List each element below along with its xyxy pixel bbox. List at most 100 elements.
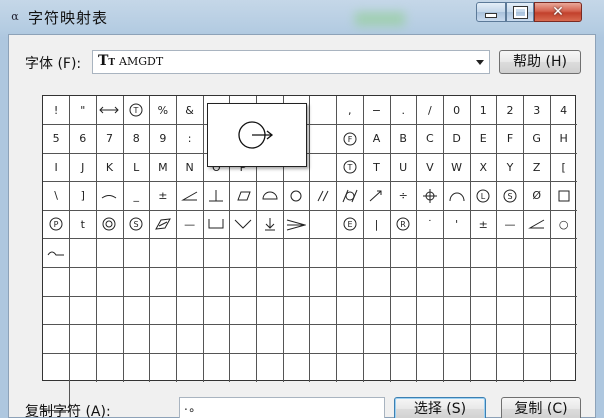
char-cell[interactable]: _ — [123, 181, 151, 211]
char-cell[interactable] — [550, 182, 577, 211]
char-cell[interactable]: 7 — [96, 124, 124, 154]
close-button[interactable]: ✕ — [534, 2, 582, 22]
char-cell[interactable] — [96, 267, 124, 297]
char-cell[interactable]: ] — [69, 181, 97, 211]
char-cell[interactable] — [390, 296, 418, 326]
char-cell[interactable]: — — [496, 210, 525, 240]
char-cell[interactable] — [123, 353, 151, 383]
char-cell[interactable] — [336, 239, 364, 269]
char-cell[interactable] — [550, 268, 577, 297]
char-cell[interactable] — [123, 239, 151, 269]
char-cell[interactable]: 5 — [43, 124, 71, 154]
char-cell[interactable]: ˙ — [416, 210, 444, 240]
char-cell[interactable] — [177, 353, 204, 383]
char-cell[interactable] — [149, 239, 177, 269]
char-cell[interactable] — [283, 353, 311, 383]
copy-button[interactable]: 复制 (C) — [501, 397, 581, 418]
char-cell[interactable]: % — [149, 96, 177, 126]
char-cell[interactable] — [176, 267, 204, 297]
char-cell[interactable] — [96, 239, 124, 269]
char-cell[interactable] — [283, 296, 311, 326]
char-cell[interactable] — [496, 239, 525, 269]
select-button[interactable]: 选择 (S) — [394, 397, 486, 418]
char-cell[interactable] — [96, 181, 124, 211]
char-cell[interactable] — [149, 324, 177, 354]
char-cell[interactable]: R — [390, 210, 418, 240]
char-cell[interactable]: V — [416, 153, 444, 183]
char-cell[interactable] — [203, 181, 231, 211]
char-cell[interactable] — [443, 296, 471, 326]
char-cell[interactable]: Ø — [523, 181, 551, 211]
char-cell[interactable] — [96, 353, 124, 383]
char-cell[interactable] — [363, 324, 391, 354]
char-cell[interactable] — [310, 324, 338, 354]
char-cell[interactable]: U — [390, 153, 418, 183]
char-cell[interactable] — [283, 324, 311, 354]
char-cell[interactable] — [336, 267, 364, 297]
char-cell[interactable] — [123, 296, 151, 326]
char-cell[interactable] — [230, 353, 258, 383]
char-cell[interactable] — [256, 210, 284, 240]
char-cell[interactable]: T — [123, 96, 151, 126]
char-cell[interactable]: M — [149, 153, 177, 183]
char-cell[interactable] — [336, 181, 364, 211]
copy-characters-input[interactable]: ‧∘ — [179, 397, 385, 418]
char-cell[interactable] — [96, 324, 124, 354]
maximize-button[interactable] — [506, 2, 534, 22]
char-cell[interactable] — [336, 324, 364, 354]
char-cell[interactable] — [43, 324, 71, 354]
char-cell[interactable]: W — [443, 153, 471, 183]
title-bar[interactable]: α 字符映射表 ✕ — [0, 0, 604, 36]
char-cell[interactable]: C — [416, 124, 444, 154]
char-cell[interactable]: S — [123, 210, 151, 240]
char-cell[interactable]: \ — [43, 181, 71, 211]
char-cell[interactable]: ○ — [550, 210, 577, 240]
char-cell[interactable]: | — [363, 210, 391, 240]
char-cell[interactable] — [310, 353, 338, 383]
char-cell[interactable]: . — [390, 96, 418, 126]
char-cell[interactable] — [496, 324, 525, 354]
char-cell[interactable]: — — [176, 210, 204, 240]
char-cell[interactable] — [443, 267, 471, 297]
char-cell[interactable] — [363, 181, 391, 211]
char-cell[interactable]: Z — [523, 153, 551, 183]
char-cell[interactable]: Y — [496, 153, 525, 183]
char-cell[interactable]: t — [69, 210, 97, 240]
char-cell[interactable] — [363, 296, 391, 326]
char-cell[interactable] — [363, 267, 391, 297]
char-cell[interactable]: T — [336, 153, 364, 183]
char-cell[interactable] — [229, 324, 258, 354]
char-cell[interactable] — [550, 296, 577, 326]
char-cell[interactable]: 4 — [550, 96, 577, 126]
char-cell[interactable] — [336, 296, 364, 326]
char-cell[interactable] — [283, 267, 311, 297]
char-cell[interactable] — [524, 353, 551, 383]
char-cell[interactable]: G — [523, 124, 551, 154]
char-cell[interactable] — [310, 124, 338, 154]
char-cell[interactable] — [256, 324, 284, 354]
char-cell[interactable] — [310, 239, 338, 269]
char-cell[interactable] — [523, 324, 551, 354]
char-cell[interactable] — [416, 296, 444, 326]
char-cell[interactable]: − — [363, 96, 391, 126]
char-cell[interactable]: N — [176, 153, 204, 183]
char-cell[interactable]: 0 — [443, 96, 471, 126]
char-cell[interactable] — [256, 239, 284, 269]
char-cell[interactable]: F — [336, 124, 364, 154]
char-cell[interactable] — [229, 210, 258, 240]
char-cell[interactable]: & — [176, 96, 204, 126]
help-button[interactable]: 帮助 (H) — [499, 50, 581, 74]
char-cell[interactable] — [203, 353, 231, 383]
char-cell[interactable]: 3 — [523, 96, 551, 126]
char-cell[interactable] — [550, 353, 577, 382]
char-cell[interactable]: ÷ — [390, 181, 418, 211]
char-cell[interactable] — [310, 296, 338, 326]
char-cell[interactable] — [443, 324, 471, 354]
char-cell[interactable] — [96, 296, 124, 326]
char-cell[interactable] — [150, 353, 177, 383]
char-cell[interactable] — [229, 239, 258, 269]
char-cell[interactable]: [ — [550, 153, 577, 183]
char-cell[interactable] — [203, 210, 231, 240]
char-cell[interactable] — [310, 181, 338, 211]
char-cell[interactable]: / — [416, 96, 444, 126]
